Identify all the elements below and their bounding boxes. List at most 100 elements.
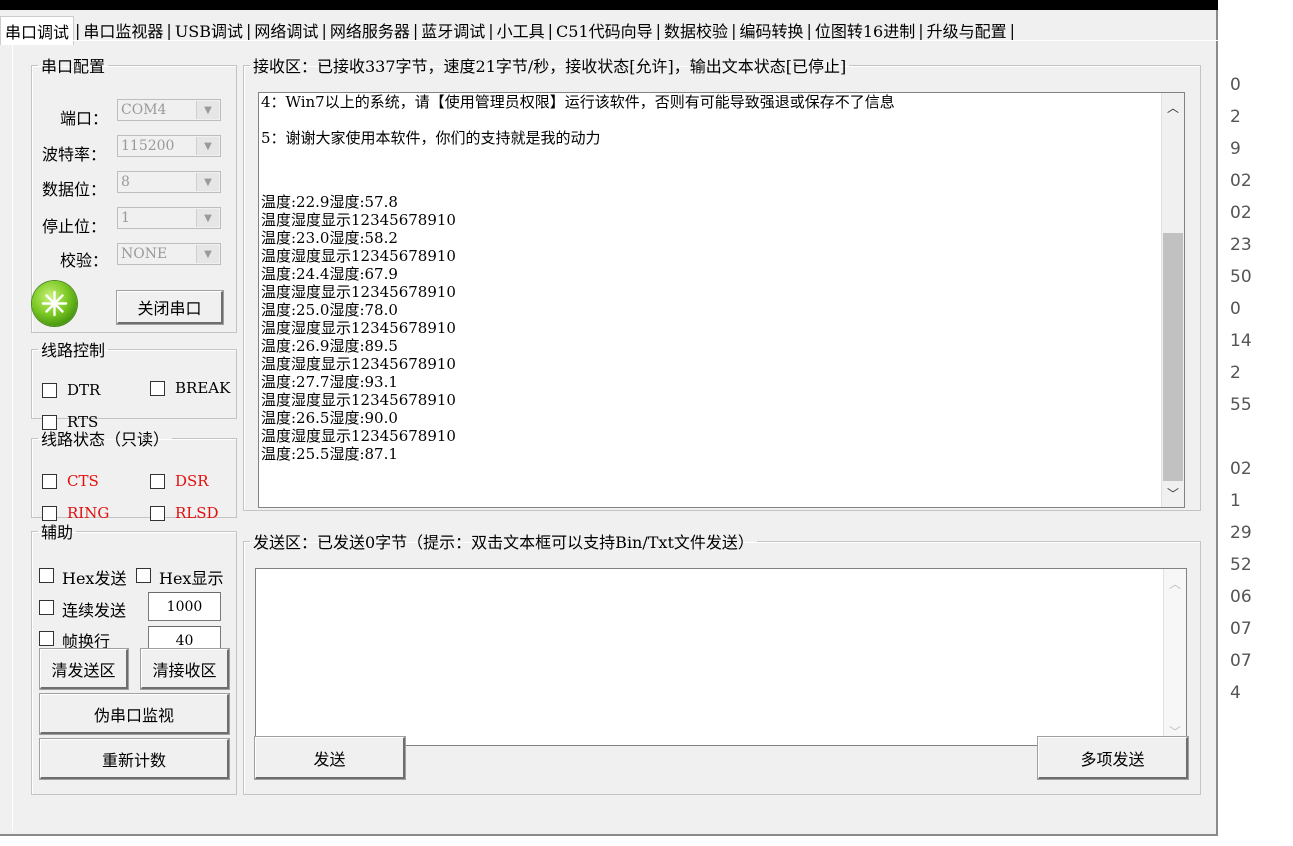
line-status-group: 线路状态（只读） CTS DSR RING RLSD	[31, 426, 237, 522]
scroll-up-icon[interactable]: ︿	[1162, 96, 1184, 118]
receive-data-line: 温度湿度显示12345678910	[261, 283, 456, 301]
background-list-item: 02	[1230, 203, 1252, 223]
port-status-led-icon	[32, 281, 77, 326]
background-list-item: 23	[1230, 235, 1252, 255]
fake-port-monitor-button[interactable]: 伪串口监视	[39, 693, 230, 735]
tab-separator: |	[655, 20, 662, 40]
receive-blank-space	[261, 165, 1151, 193]
scroll-up-icon[interactable]: ︿	[1164, 572, 1186, 594]
background-list-item: 2	[1230, 107, 1241, 127]
app-window: 串口调试 | 串口监视器 | USB调试 | 网络调试 | 网络服务器 | 蓝牙调试 | 小工具 | C51…	[0, 10, 1218, 836]
background-list-item: 1	[1230, 491, 1241, 511]
tab-5[interactable]: 蓝牙调试	[419, 18, 487, 42]
tab-separator: |	[412, 20, 419, 40]
baud-label: 波特率：	[42, 145, 107, 164]
tab-2[interactable]: USB调试	[173, 18, 245, 42]
tab-10[interactable]: 位图转16进制	[813, 18, 917, 42]
parity-label: 校验：	[60, 251, 109, 270]
continuous-send-label: 连续发送	[62, 601, 127, 620]
dsr-checkbox	[150, 474, 165, 489]
tab-7[interactable]: C51代码向导	[554, 18, 655, 42]
stopbits-select[interactable]: 1 ▼	[117, 207, 221, 229]
multi-send-button[interactable]: 多项发送	[1037, 736, 1189, 780]
chevron-down-icon[interactable]: ▼	[196, 101, 219, 119]
break-checkbox[interactable]	[150, 381, 165, 396]
tab-1[interactable]: 串口监视器	[81, 18, 165, 42]
chevron-down-icon[interactable]: ▼	[196, 137, 219, 155]
background-list-item: 0	[1230, 75, 1241, 95]
receive-data-line: 温度湿度显示12345678910	[261, 211, 456, 229]
frame-newline-checkbox[interactable]	[39, 631, 54, 646]
tab-separator: |	[246, 20, 252, 40]
continuous-interval-input[interactable]: 1000	[148, 592, 221, 621]
parity-select[interactable]: NONE ▼	[117, 243, 221, 265]
scroll-down-icon[interactable]: ﹀	[1162, 482, 1184, 504]
receive-scrollbar[interactable]: ︿ ﹀	[1161, 93, 1184, 507]
continuous-send-checkbox[interactable]	[39, 600, 54, 615]
baud-select[interactable]: 115200 ▼	[117, 135, 221, 157]
parity-value: NONE	[121, 246, 168, 262]
receive-data-line: 温度:24.4湿度:67.9	[261, 265, 398, 283]
background-list-item: 0	[1230, 299, 1241, 319]
tab-3[interactable]: 网络调试	[252, 18, 320, 42]
tab-9[interactable]: 编码转换	[737, 18, 805, 42]
receive-textarea[interactable]: 4：Win7以上的系统，请【使用管理员权限】运行该软件，否则有可能导致强退或保存…	[258, 92, 1185, 508]
receive-data-line: 温度湿度显示12345678910	[261, 427, 456, 445]
send-button[interactable]: 发送	[254, 736, 406, 780]
background-list-item: 29	[1230, 523, 1252, 543]
dtr-label: DTR	[67, 381, 101, 399]
stopbits-label: 停止位：	[42, 217, 107, 236]
send-textarea[interactable]: ︿ ﹀	[255, 568, 1187, 746]
background-list-item: 06	[1230, 587, 1252, 607]
background-list-item: 07	[1230, 651, 1252, 671]
clear-send-button[interactable]: 清发送区	[39, 648, 129, 690]
chevron-down-icon[interactable]: ▼	[196, 245, 219, 263]
chevron-down-icon[interactable]: ▼	[196, 209, 219, 227]
background-list-item: 55	[1230, 395, 1252, 415]
tab-8[interactable]: 数据校验	[662, 18, 730, 42]
tab-11[interactable]: 升级与配置	[925, 18, 1009, 42]
chevron-down-icon[interactable]: ▼	[196, 173, 219, 191]
port-select[interactable]: COM4 ▼	[117, 99, 221, 121]
tab-separator: |	[321, 20, 327, 40]
receive-notice-line: 4：Win7以上的系统，请【使用管理员权限】运行该软件，否则有可能导致强退或保存…	[261, 93, 895, 111]
line-control-legend: 线路控制	[41, 341, 106, 360]
background-list-item: 52	[1230, 555, 1252, 575]
receive-data-line: 温度:27.7湿度:93.1	[261, 373, 398, 391]
tab-6[interactable]: 小工具	[495, 18, 547, 42]
clear-receive-button[interactable]: 清接收区	[140, 648, 230, 690]
background-list-item: 9	[1230, 139, 1241, 159]
tab-separator: |	[547, 20, 554, 40]
hex-show-label: Hex显示	[159, 569, 224, 588]
tab-separator: |	[806, 20, 812, 40]
background-window: 0 2 9 02 02 23 50 0 14 2 55 02 1 29 52 06 07 07 4	[1220, 0, 1293, 846]
recount-button[interactable]: 重新计数	[39, 738, 230, 780]
hex-show-checkbox[interactable]	[136, 568, 151, 583]
cts-checkbox	[42, 474, 57, 489]
send-scrollbar[interactable]: ︿ ﹀	[1163, 569, 1186, 745]
tab-4[interactable]: 网络服务器	[328, 18, 412, 42]
port-label: 端口：	[60, 109, 109, 128]
tab-separator: |	[918, 20, 924, 40]
dtr-checkbox[interactable]	[42, 383, 57, 398]
baud-value: 115200	[121, 138, 175, 154]
aux-legend: 辅助	[41, 523, 74, 542]
port-value: COM4	[121, 102, 167, 118]
receive-data-line: 温度湿度显示12345678910	[261, 247, 456, 265]
background-list-item: 02	[1230, 171, 1252, 191]
receive-group: 接收区：已接收337字节，速度21字节/秒，接收状态[允许]，输出文本状态[已停…	[243, 53, 1201, 511]
databits-select[interactable]: 8 ▼	[117, 171, 221, 193]
background-list-item: 2	[1230, 363, 1241, 383]
receive-data-line: 温度:25.0湿度:78.0	[261, 301, 398, 319]
receive-data-line: 温度:23.0湿度:58.2	[261, 229, 398, 247]
hex-send-checkbox[interactable]	[39, 568, 54, 583]
close-port-button[interactable]: 关闭串口	[116, 290, 224, 325]
tab-separator: |	[731, 20, 737, 40]
scroll-thumb[interactable]	[1163, 233, 1183, 481]
tab-separator: |	[488, 20, 494, 40]
receive-data-line: 温度:22.9湿度:57.8	[261, 193, 398, 211]
background-list-item: 14	[1230, 331, 1252, 351]
tab-separator: |	[75, 20, 81, 40]
break-label: BREAK	[175, 379, 231, 397]
dsr-label: DSR	[175, 472, 209, 490]
